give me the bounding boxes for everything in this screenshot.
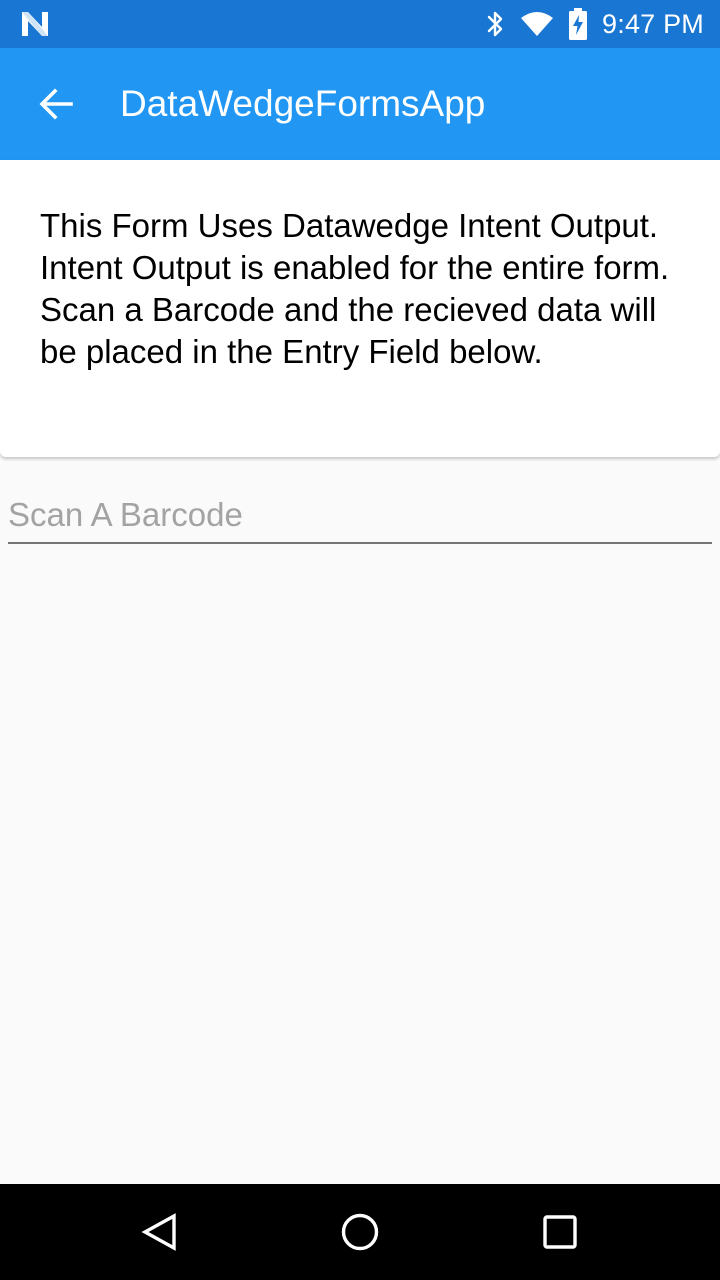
nav-home-icon (341, 1213, 379, 1251)
scan-barcode-field[interactable] (8, 488, 712, 544)
nav-back-icon (141, 1213, 176, 1251)
status-icons: 9:47 PM (486, 0, 704, 48)
bluetooth-icon (486, 9, 506, 39)
app-bar: DataWedgeFormsApp (0, 48, 720, 160)
status-time: 9:47 PM (602, 8, 704, 39)
notification-n-icon (20, 10, 50, 38)
info-text: This Form Uses Datawedge Intent Output. … (40, 207, 670, 370)
nav-recents-icon (543, 1215, 577, 1249)
navigation-bar (0, 1184, 720, 1280)
back-button[interactable] (26, 74, 86, 134)
battery-charging-icon (568, 8, 588, 40)
nav-back-button[interactable] (130, 1202, 190, 1262)
info-card: This Form Uses Datawedge Intent Output. … (0, 160, 720, 457)
nav-home-button[interactable] (330, 1202, 390, 1262)
arrow-back-icon (39, 88, 73, 120)
status-bar: 9:47 PM (0, 0, 720, 48)
nav-recents-button[interactable] (530, 1202, 590, 1262)
wifi-icon (520, 11, 554, 37)
app-title: DataWedgeFormsApp (120, 83, 486, 124)
